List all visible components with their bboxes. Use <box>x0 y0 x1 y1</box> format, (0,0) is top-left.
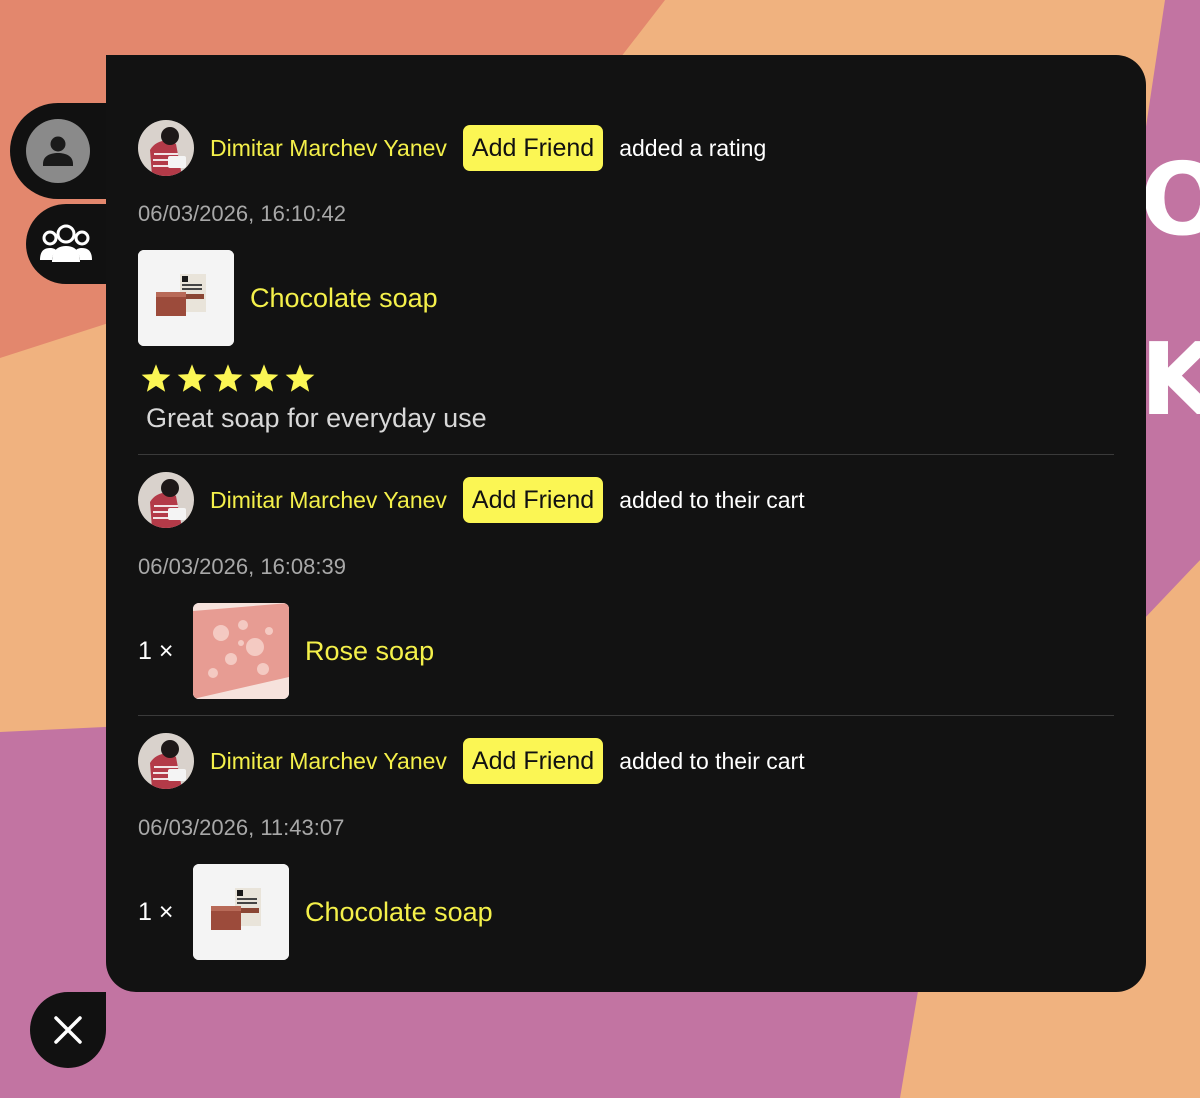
product-link[interactable]: Chocolate soap <box>138 250 438 346</box>
activity-action: added to their cart <box>619 747 805 774</box>
user-name-link[interactable]: Dimitar Marchev Yanev <box>210 135 447 162</box>
rating-comment: Great soap for everyday use <box>146 403 487 433</box>
activity-action: added a rating <box>619 134 767 161</box>
group-icon <box>40 224 92 262</box>
add-friend-button[interactable]: Add Friend <box>462 477 604 523</box>
avatar[interactable] <box>138 120 194 176</box>
profile-tab[interactable] <box>10 103 120 199</box>
user-name-link[interactable]: Dimitar Marchev Yanev <box>210 748 447 775</box>
quantity: 1 × <box>138 636 174 665</box>
activity-action: added to their cart <box>619 486 805 513</box>
timestamp: 06/03/2026, 16:08:39 <box>138 554 346 579</box>
timestamp: 06/03/2026, 11:43:07 <box>138 815 345 840</box>
star-icon <box>213 364 243 392</box>
product-name[interactable]: Chocolate soap <box>305 897 493 928</box>
star-rating <box>140 363 316 393</box>
product-name[interactable]: Chocolate soap <box>250 283 438 314</box>
product-link[interactable]: 1 × Rose soap <box>138 603 434 699</box>
feed-item: Dimitar Marchev Yanev Add Friend added t… <box>138 471 1114 716</box>
divider <box>138 715 1114 716</box>
product-thumbnail[interactable] <box>138 250 234 346</box>
add-friend-button[interactable]: Add Friend <box>462 738 604 784</box>
star-icon <box>285 364 315 392</box>
feed-item: Dimitar Marchev Yanev Add Friend added a… <box>138 119 1114 455</box>
avatar[interactable] <box>138 472 194 528</box>
close-icon <box>54 1016 82 1044</box>
avatar[interactable] <box>138 733 194 789</box>
close-button[interactable] <box>30 992 106 1068</box>
feed-item: Dimitar Marchev Yanev Add Friend added t… <box>138 732 1114 960</box>
user-name-link[interactable]: Dimitar Marchev Yanev <box>210 487 447 514</box>
product-link[interactable]: 1 × Chocolate soap <box>138 864 493 960</box>
timestamp: 06/03/2026, 16:10:42 <box>138 201 346 226</box>
star-icon <box>141 364 171 392</box>
person-icon <box>26 119 90 183</box>
activity-feed-panel: Dimitar Marchev Yanev Add Friend added a… <box>106 55 1146 992</box>
quantity: 1 × <box>138 897 174 926</box>
feed-item-header: Dimitar Marchev Yanev Add Friend added a… <box>138 119 1114 177</box>
background-text: K <box>1140 321 1200 438</box>
product-name[interactable]: Rose soap <box>305 636 434 667</box>
background-text: O <box>1140 141 1200 258</box>
feed-item-header: Dimitar Marchev Yanev Add Friend added t… <box>138 732 1114 790</box>
add-friend-button[interactable]: Add Friend <box>462 125 604 171</box>
star-icon <box>177 364 207 392</box>
feed-item-header: Dimitar Marchev Yanev Add Friend added t… <box>138 471 1114 529</box>
star-icon <box>249 364 279 392</box>
divider <box>138 454 1114 455</box>
product-thumbnail[interactable] <box>193 864 289 960</box>
product-thumbnail[interactable] <box>193 603 289 699</box>
